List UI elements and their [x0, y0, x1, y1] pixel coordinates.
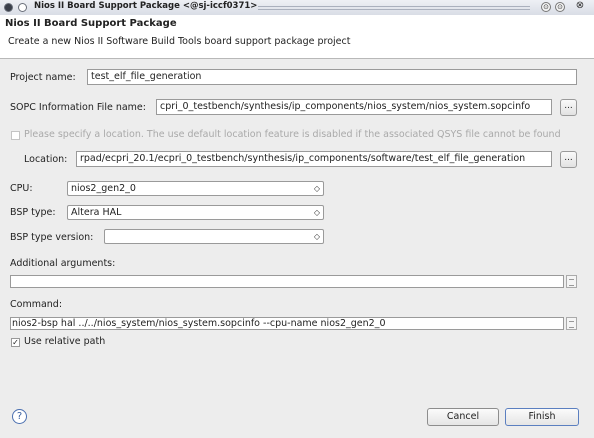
bsp-version-label: BSP type version:: [10, 232, 94, 243]
sopc-browse-button[interactable]: ...: [560, 99, 577, 116]
window-menu-icon[interactable]: [4, 3, 13, 12]
sopc-file-input[interactable]: cpri_0_testbench/synthesis/ip_components…: [156, 99, 552, 115]
select-arrows-icon: ◇: [313, 208, 320, 217]
select-arrows-icon: ◇: [313, 232, 320, 241]
project-name-label: Project name:: [10, 72, 76, 83]
select-arrows-icon: ◇: [313, 184, 320, 193]
window-title: Nios II Board Support Package <@sj-iccf0…: [34, 1, 258, 11]
maximize-icon[interactable]: ⊙: [555, 2, 565, 12]
window-shade-icon[interactable]: [18, 3, 27, 12]
additional-args-input[interactable]: [10, 275, 564, 288]
location-checkbox[interactable]: [11, 131, 20, 140]
command-output: nios2-bsp hal ../../nios_system/nios_sys…: [10, 317, 564, 330]
titlebar-divider: [258, 6, 530, 10]
bsp-type-select-value: Altera HAL: [71, 207, 122, 218]
finish-button[interactable]: Finish: [505, 408, 579, 426]
location-input[interactable]: rpad/ecpri_20.1/ecpri_0_testbench/synthe…: [76, 151, 552, 167]
cpu-select[interactable]: nios2_gen2_0 ◇: [67, 181, 324, 196]
cancel-button[interactable]: Cancel: [427, 408, 499, 426]
cpu-label: CPU:: [10, 183, 33, 194]
bsp-type-select[interactable]: Altera HAL ◇: [67, 205, 324, 220]
help-icon[interactable]: ?: [12, 409, 27, 424]
additional-args-scroll-handle[interactable]: [566, 275, 577, 288]
page-subtitle: Create a new Nios II Software Build Tool…: [8, 36, 351, 47]
bsp-type-label: BSP type:: [10, 207, 56, 218]
location-checkbox-label: Please specify a location. The use defau…: [24, 129, 561, 140]
command-scroll-handle[interactable]: [566, 317, 577, 330]
wizard-header: Nios II Board Support Package Create a n…: [0, 15, 594, 59]
relative-path-label: Use relative path: [24, 336, 106, 347]
command-label: Command:: [10, 299, 63, 310]
sopc-file-label: SOPC Information File name:: [10, 102, 146, 113]
bsp-version-select[interactable]: ◇: [104, 229, 324, 244]
relative-path-checkbox[interactable]: ✓: [11, 338, 20, 347]
location-label: Location:: [24, 154, 68, 165]
close-icon[interactable]: ⊗: [575, 1, 585, 12]
location-browse-button[interactable]: ...: [560, 151, 577, 168]
cpu-select-value: nios2_gen2_0: [71, 183, 136, 194]
window-titlebar: Nios II Board Support Package <@sj-iccf0…: [0, 0, 594, 16]
additional-args-label: Additional arguments:: [10, 258, 116, 269]
minimize-icon[interactable]: ⊙: [541, 2, 551, 12]
page-title: Nios II Board Support Package: [5, 18, 177, 29]
project-name-input[interactable]: test_elf_file_generation: [87, 69, 577, 85]
